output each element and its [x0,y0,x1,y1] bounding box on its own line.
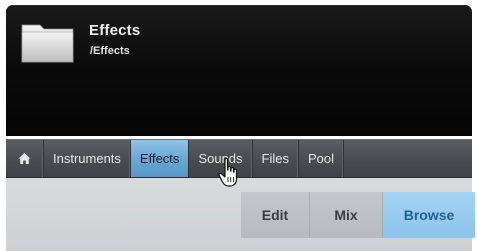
browse-view-button[interactable]: Browse [383,192,475,238]
tab-pool[interactable]: Pool [299,140,345,177]
browser-header: Effects /Effects [6,5,472,136]
mix-view-button[interactable]: Mix [310,192,383,238]
browser-window: Effects /Effects Instruments Effects Sou… [0,0,477,251]
home-icon [18,153,31,164]
tab-files[interactable]: Files [253,140,299,177]
hand-cursor-icon [218,157,238,187]
tab-effects[interactable]: Effects [130,140,190,177]
folder-path: /Effects [90,45,130,57]
folder-icon [21,24,74,63]
home-button[interactable] [6,140,44,177]
tab-instruments[interactable]: Instruments [44,140,131,177]
edit-view-button[interactable]: Edit [241,192,310,238]
folder-title: Effects [89,22,141,39]
view-switcher: Edit Mix Browse [241,192,475,238]
